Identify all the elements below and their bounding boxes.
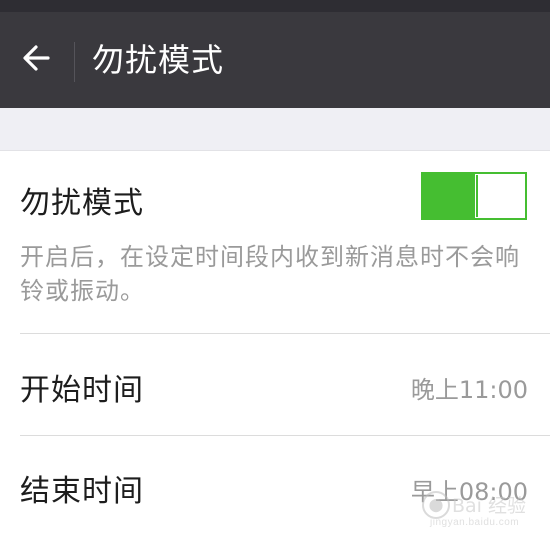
start-time-label: 开始时间 [20, 373, 144, 408]
back-button[interactable] [10, 32, 62, 84]
dnd-description: 开启后，在设定时间段内收到新消息时不会响铃或振动。 [20, 243, 520, 305]
arrow-left-icon [23, 45, 50, 71]
watermark-url: jingyan.baidu.com [430, 517, 520, 528]
dnd-label: 勿扰模式 [20, 186, 144, 221]
baidu-paw-icon: ⬤ [422, 491, 450, 519]
toggle-fill [423, 174, 475, 218]
section-gap [0, 108, 550, 151]
toggle-knob[interactable] [476, 175, 524, 217]
status-bar [0, 0, 550, 12]
page-title: 勿扰模式 [92, 41, 225, 79]
dnd-toggle[interactable] [421, 172, 527, 220]
end-time-label: 结束时间 [20, 474, 144, 509]
watermark: ⬤ Bai 经验 jingyan.baidu.com [420, 487, 538, 533]
title-divider [74, 42, 75, 82]
watermark-text: Bai 经验 [452, 495, 526, 517]
start-time-value: 晚上11:00 [410, 376, 528, 404]
title-bar: 勿扰模式 [0, 12, 550, 108]
